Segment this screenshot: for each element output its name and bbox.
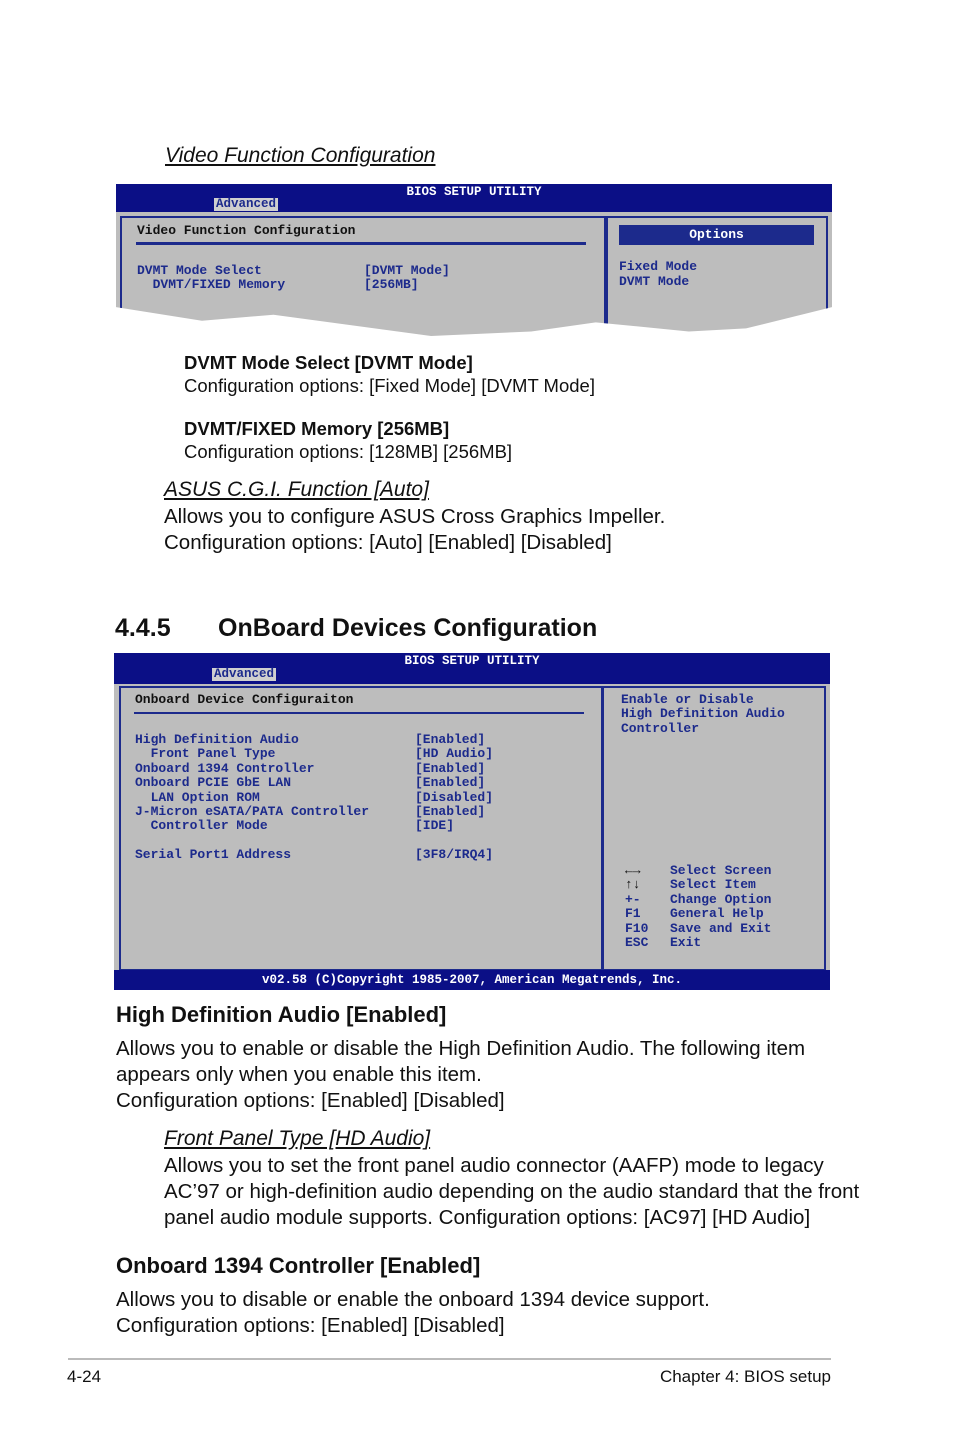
key-hint: +- [625,891,641,907]
setting-label[interactable]: Controller Mode [135,818,268,833]
options-header: Options [619,225,814,245]
setting-value[interactable]: [3F8/IRQ4] [415,847,493,862]
tab-advanced[interactable]: Advanced [214,198,279,211]
key-action: Save and Exit [670,920,772,936]
fpt-desc: panel audio module supports. Configurati… [164,1206,811,1229]
fpt-title: Front Panel Type [HD Audio] [164,1127,431,1150]
bios-screen-video: BIOS SETUP UTILITY Advanced Video Functi… [116,184,832,336]
help-text: Controller [621,721,700,736]
c1394-desc: Allows you to disable or enable the onbo… [116,1288,710,1311]
footer-rule [68,1358,831,1360]
setting-label[interactable]: Serial Port1 Address [135,847,291,862]
manual-page: Video Function Configuration BIOS SETUP … [0,0,954,1438]
fpt-desc: AC’97 or high-definition audio depending… [164,1180,860,1203]
hda-desc: Allows you to enable or disable the High… [116,1037,806,1060]
setting-label[interactable]: Onboard PCIE GbE LAN [135,775,291,790]
divider [136,242,586,245]
setting-label[interactable]: LAN Option ROM [135,790,260,805]
section-number: 4.4.5 [115,614,171,642]
cgi-desc: Allows you to configure ASUS Cross Graph… [164,505,666,528]
dvmt-mode-title: DVMT Mode Select [DVMT Mode] [184,352,473,373]
key-hint: F10 [625,920,649,936]
hda-desc: appears only when you enable this item. [116,1063,482,1086]
dvmt-mem-desc: Configuration options: [128MB] [256MB] [184,441,513,462]
cgi-options: Configuration options: [Auto] [Enabled] … [164,531,612,554]
setting-label[interactable]: J-Micron eSATA/PATA Controller [135,804,369,819]
section-title: OnBoard Devices Configuration [218,614,598,642]
fpt-desc: Allows you to set the front panel audio … [164,1154,824,1177]
setting-label[interactable]: Front Panel Type [135,746,276,761]
cgi-title: ASUS C.G.I. Function [Auto] [164,478,429,501]
setting-value[interactable]: [Enabled] [415,732,485,747]
panel-title: Onboard Device Configuraiton [135,692,354,707]
key-hint: ↑↓ [625,877,641,893]
chapter-label: Chapter 4: BIOS setup [659,1367,831,1386]
panel-title: Video Function Configuration [137,223,356,238]
dvmt-mode-desc: Configuration options: [Fixed Mode] [DVM… [184,375,595,396]
setting-label[interactable]: High Definition Audio [135,732,299,747]
bios-footer: v02.58 (C)Copyright 1985-2007, American … [114,970,830,990]
option-item[interactable]: DVMT Mode [619,274,689,289]
key-action: Change Option [670,891,772,907]
option-item[interactable]: Fixed Mode [619,259,697,274]
c1394-title: Onboard 1394 Controller [Enabled] [116,1253,481,1278]
hda-desc: Configuration options: [Enabled] [Disabl… [116,1089,505,1112]
setting-value[interactable]: [Enabled] [415,804,485,819]
key-action: Exit [670,935,702,950]
page-number: 4-24 [67,1367,102,1386]
video-section-title: Video Function Configuration [165,144,436,167]
divider [134,712,584,714]
key-hint: F1 [625,906,641,922]
key-action: Select Screen [670,863,772,878]
c1394-desc: Configuration options: [Enabled] [Disabl… [116,1314,505,1337]
key-hint: ESC [625,935,649,950]
tab-advanced[interactable]: Advanced [212,668,277,681]
hda-title: High Definition Audio [Enabled] [116,1002,447,1027]
key-action: Select Item [670,877,756,893]
setting-value[interactable]: [IDE] [415,818,454,833]
setting-label[interactable]: DVMT/FIXED Memory [137,277,286,292]
setting-value[interactable]: [Disabled] [415,790,493,805]
setting-label[interactable]: Onboard 1394 Controller [135,761,314,776]
setting-value[interactable]: [Enabled] [415,775,485,790]
key-action: General Help [670,906,764,922]
dvmt-mem-title: DVMT/FIXED Memory [256MB] [184,418,450,439]
setting-value[interactable]: [HD Audio] [415,746,493,761]
help-text: High Definition Audio [621,706,785,721]
setting-value[interactable]: [256MB] [364,277,419,292]
setting-value[interactable]: [Enabled] [415,761,485,776]
key-hint: ←→ [625,863,641,878]
bios-screen-onboard: BIOS SETUP UTILITY Advanced Onboard Devi… [114,653,830,990]
